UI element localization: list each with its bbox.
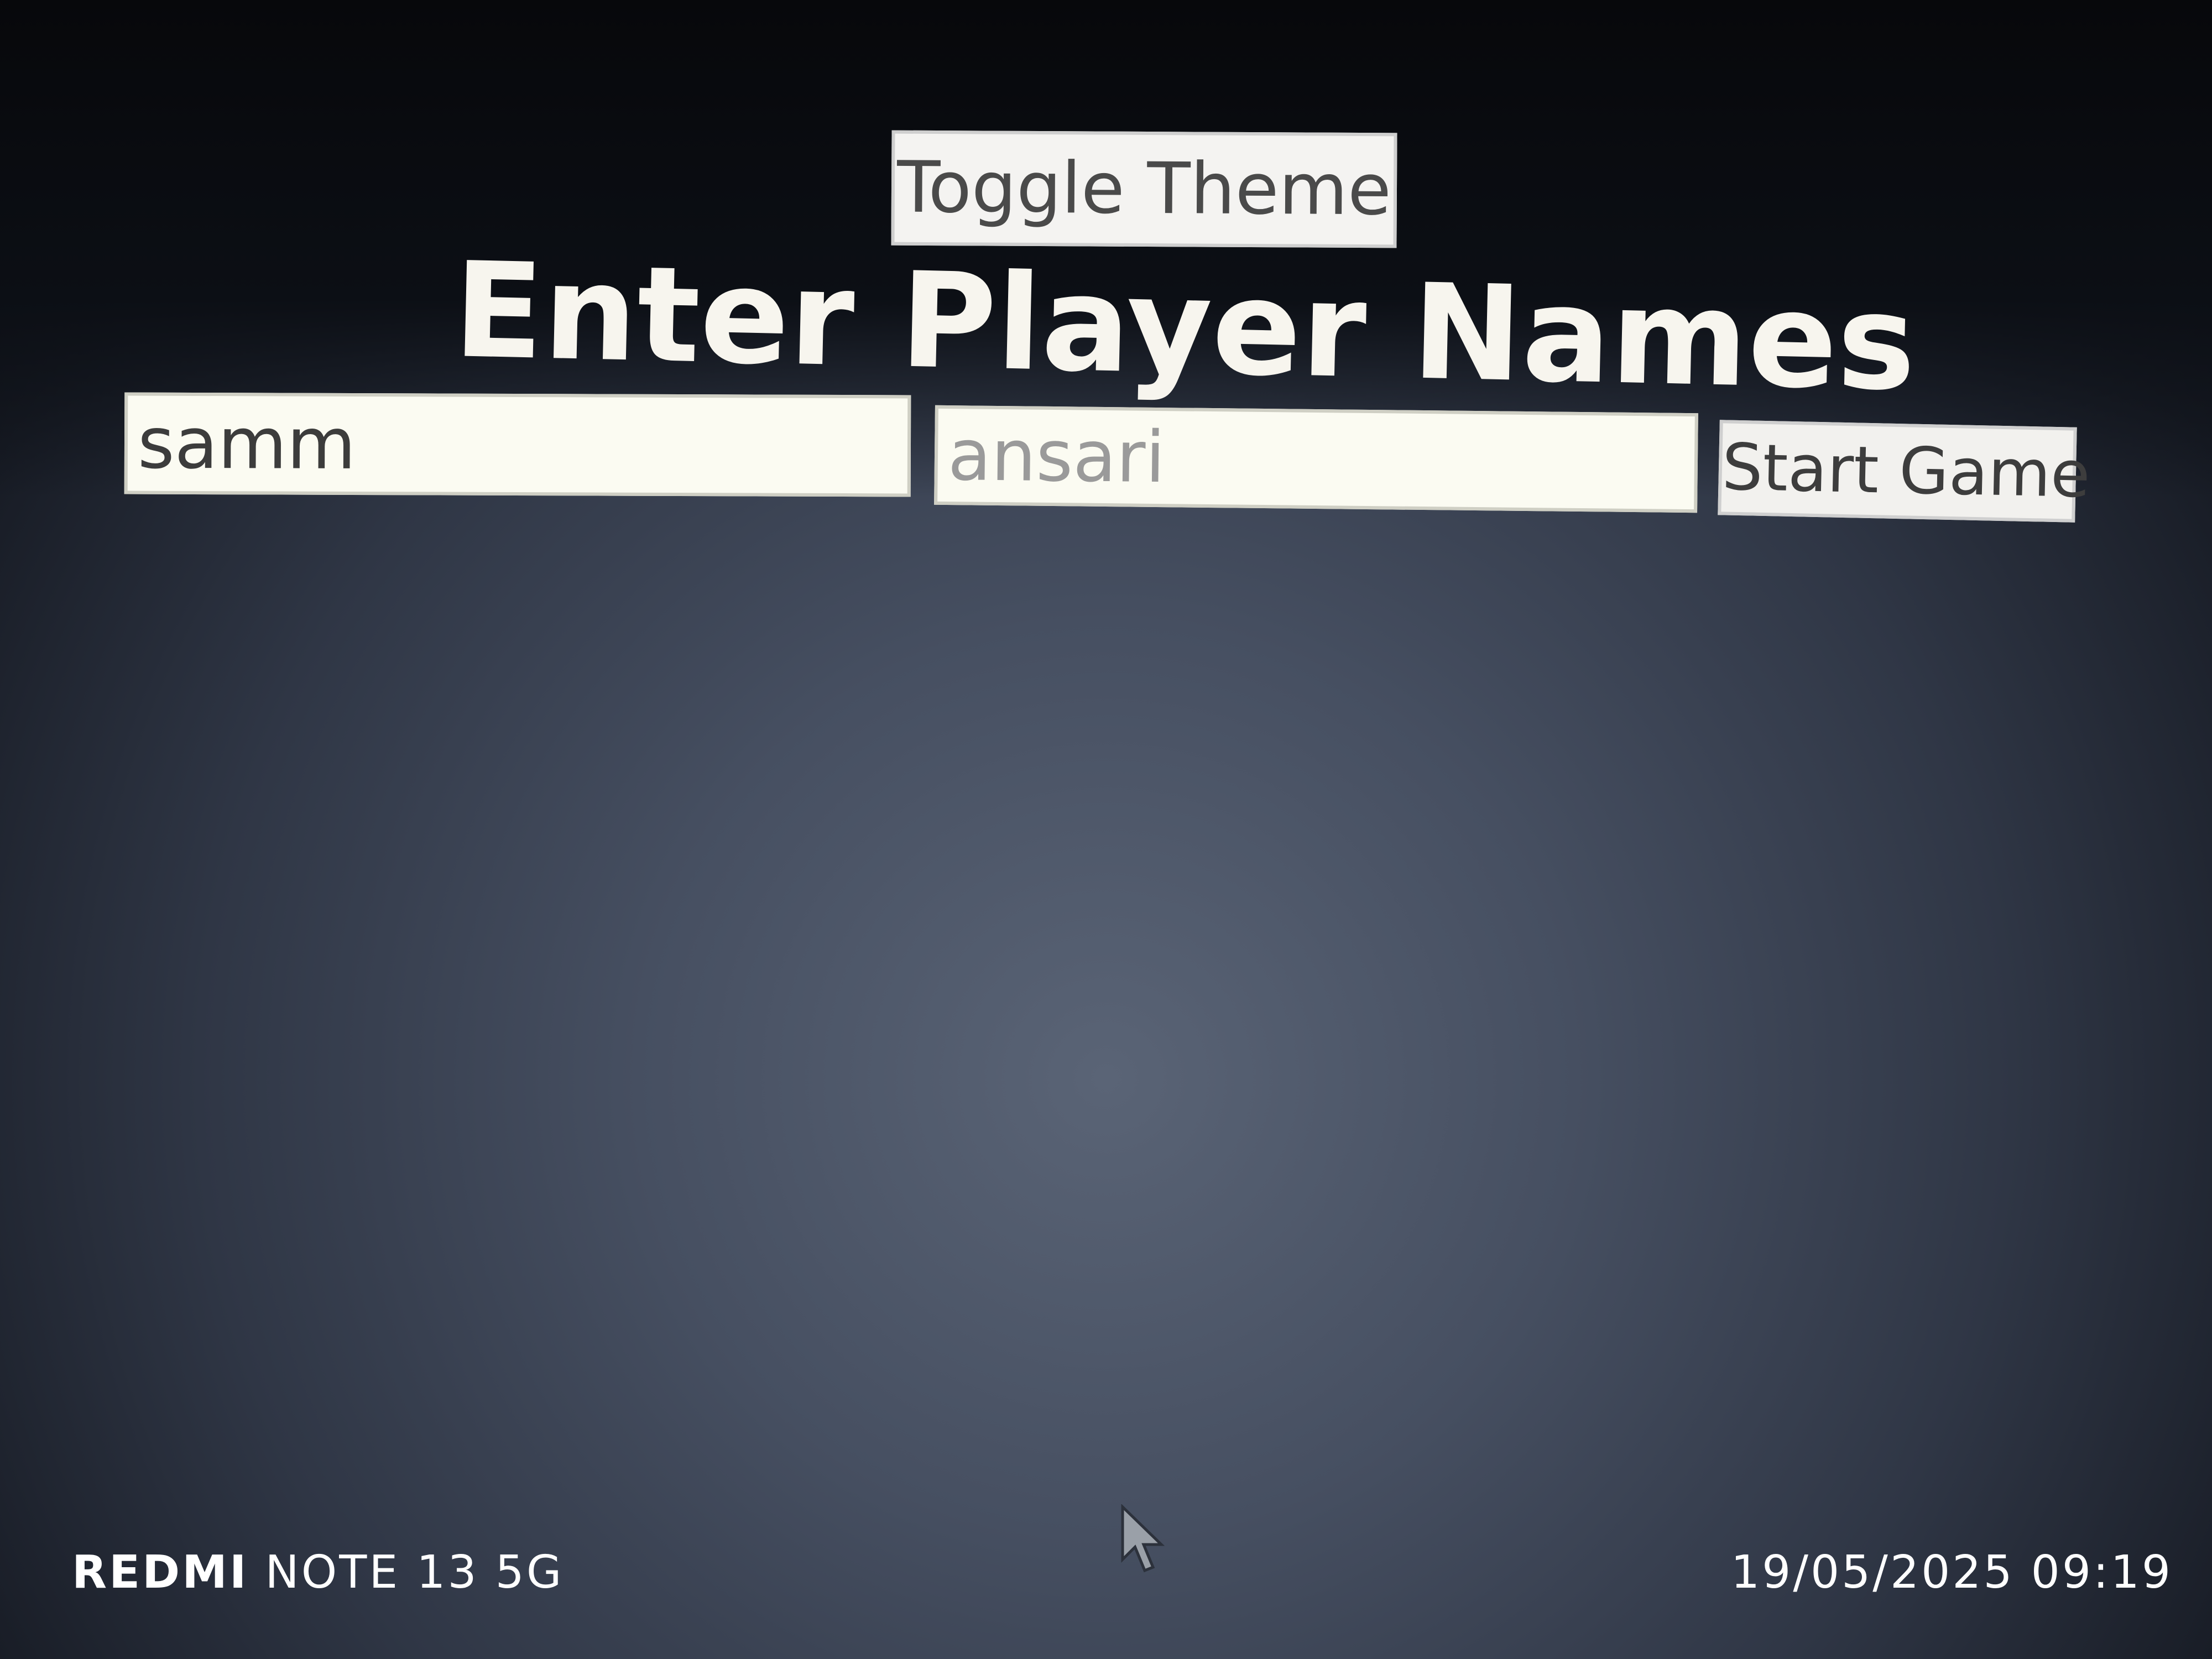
camera-watermark-datetime: 19/05/2025 09:19 [1731,1546,2173,1599]
camera-brand: REDMI [72,1546,249,1599]
camera-watermark-model: REDMI NOTE 13 5G [72,1546,564,1599]
player-two-name-input[interactable] [934,405,1698,513]
toggle-theme-button[interactable]: Toggle Theme [891,130,1397,248]
start-game-button[interactable]: Start Game [1718,420,2091,523]
camera-model: NOTE 13 5G [265,1546,564,1599]
mouse-cursor-icon [1121,1504,1165,1573]
player-one-name-input[interactable] [124,392,911,497]
